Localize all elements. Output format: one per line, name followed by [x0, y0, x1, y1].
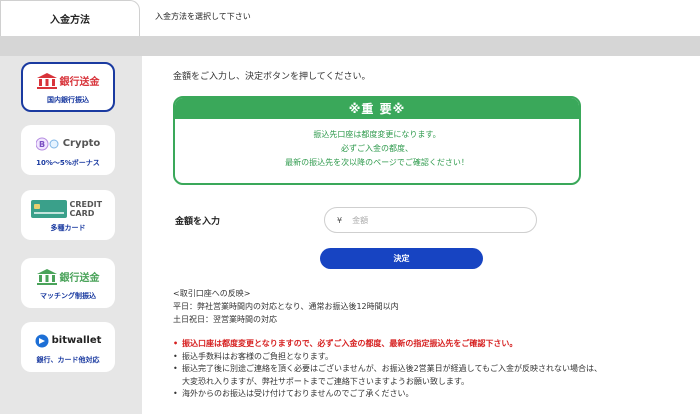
- sidebar-item-credit-card[interactable]: CREDIT CARD 多種カード: [21, 190, 115, 240]
- notes-list-item: • 振込手数料はお客様のご負担となります。: [173, 351, 693, 364]
- sidebar-item-subtitle: 国内銀行振込: [47, 95, 89, 104]
- header-bar: 入金方法 入金方法を選択して下さい: [0, 0, 700, 37]
- note-text: 振込手数料はお客様のご負担となります。: [182, 351, 333, 361]
- bullet-icon: •: [173, 339, 179, 348]
- notes-list-item: • 振込口座は都度変更となりますので、必ずご入金の都度、最新の指定振込先をご確認下…: [173, 338, 693, 351]
- sidebar-item-subtitle: マッチング制振込: [40, 291, 96, 300]
- submit-button[interactable]: 決定: [320, 248, 483, 269]
- amount-input[interactable]: [352, 215, 513, 225]
- tab-deposit-method[interactable]: 入金方法: [0, 0, 140, 37]
- sidebar-item-title: Crypto: [62, 138, 101, 149]
- notice-line: 必ずご入金の都度、: [341, 144, 413, 153]
- sidebar-item-subtitle: 銀行、カード他対応: [36, 355, 100, 364]
- header-instruction: 入金方法を選択して下さい: [155, 12, 251, 21]
- note-text: 大変恐れ入りますが、弊社サポートまでご連絡下さいますようお願い致します。: [182, 376, 470, 386]
- reflection-info: <取引口座への反映> 平日：弊社営業時間内の対応となり、通常お振込後12時間以内…: [173, 287, 399, 326]
- sidebar-item-title: 銀行送金: [59, 273, 100, 284]
- note-text: 海外からのお振込は受け付けておりませんのでご了承ください。: [182, 389, 414, 398]
- amount-field[interactable]: ¥: [324, 207, 537, 233]
- sidebar-item-subtitle: 10%〜5%ボーナス: [36, 158, 100, 167]
- sidebar-item-subtitle: 多種カード: [50, 223, 86, 232]
- bullet-icon: •: [173, 389, 178, 398]
- sidebar: 銀行送金 国内銀行振込 B Crypto 10%〜5%ボーナス CREDIT C…: [0, 56, 142, 414]
- amount-label: 金額を入力: [175, 217, 221, 227]
- sidebar-item-title: bitwallet: [51, 335, 102, 346]
- note-text: 振込完了後に別途ご連絡を頂く必要はございませんが、お振込後2営業日が経過してもご…: [182, 364, 603, 373]
- sidebar-item-bitwallet[interactable]: bitwallet 銀行、カード他対応: [21, 322, 115, 372]
- notice-title: ※重 要※: [175, 98, 579, 119]
- bullet-icon: •: [173, 351, 178, 361]
- svg-text:B: B: [39, 140, 45, 149]
- reflection-line: 平日：弊社営業時間内の対応となり、通常お振込後12時間以内: [173, 302, 399, 311]
- tab-deposit-method-label: 入金方法: [50, 15, 90, 26]
- important-notice: ※重 要※ 振込先口座は都度変更になります。 必ずご入金の都度、 最新の振込先を…: [173, 96, 581, 185]
- header-divider: [0, 36, 700, 56]
- notes-list-item: • 振込完了後に別途ご連絡を頂く必要はございませんが、お振込後2営業日が経過しても…: [173, 363, 693, 376]
- sidebar-item-title: 銀行送金: [59, 77, 100, 88]
- notice-body: 振込先口座は都度変更になります。 必ずご入金の都度、 最新の振込先を次以降のペー…: [175, 119, 579, 170]
- bank-icon: [36, 268, 57, 285]
- sidebar-item-crypto[interactable]: B Crypto 10%〜5%ボーナス: [21, 125, 115, 175]
- bank-icon: [36, 72, 57, 89]
- notes-list: • 振込口座は都度変更となりますので、必ずご入金の都度、最新の指定振込先をご確認下…: [173, 338, 693, 401]
- credit-card-icon: [30, 199, 67, 218]
- sidebar-item-matching-transfer[interactable]: 銀行送金 マッチング制振込: [21, 258, 115, 308]
- page-instruction: 金額をご入力し、決定ボタンを押してください。: [173, 72, 371, 82]
- yen-icon: ¥: [337, 215, 343, 225]
- bitwallet-icon: [35, 334, 49, 347]
- reflection-line: 土日祝日：翌営業時間の対応: [173, 315, 277, 324]
- notes-list-item: • 海外からのお振込は受け付けておりませんのでご了承ください。: [173, 388, 693, 401]
- bullet-icon: •: [173, 364, 178, 373]
- notice-line: 最新の振込先を次以降のページでご確認ください！: [285, 158, 469, 167]
- reflection-title: <取引口座への反映>: [173, 289, 251, 298]
- crypto-coin-icon: B: [35, 137, 59, 150]
- sidebar-item-title: CREDIT CARD: [69, 199, 103, 218]
- sidebar-item-bank-transfer[interactable]: 銀行送金 国内銀行振込: [21, 62, 115, 112]
- note-text: 振込口座は都度変更となりますので、必ずご入金の都度、最新の指定振込先をご確認下さ…: [182, 339, 518, 348]
- main-content: 金額をご入力し、決定ボタンを押してください。 ※重 要※ 振込先口座は都度変更に…: [142, 56, 700, 414]
- notes-list-item-continuation: 大変恐れ入りますが、弊社サポートまでご連絡下さいますようお願い致します。: [173, 376, 693, 389]
- notice-line: 振込先口座は都度変更になります。: [313, 130, 441, 139]
